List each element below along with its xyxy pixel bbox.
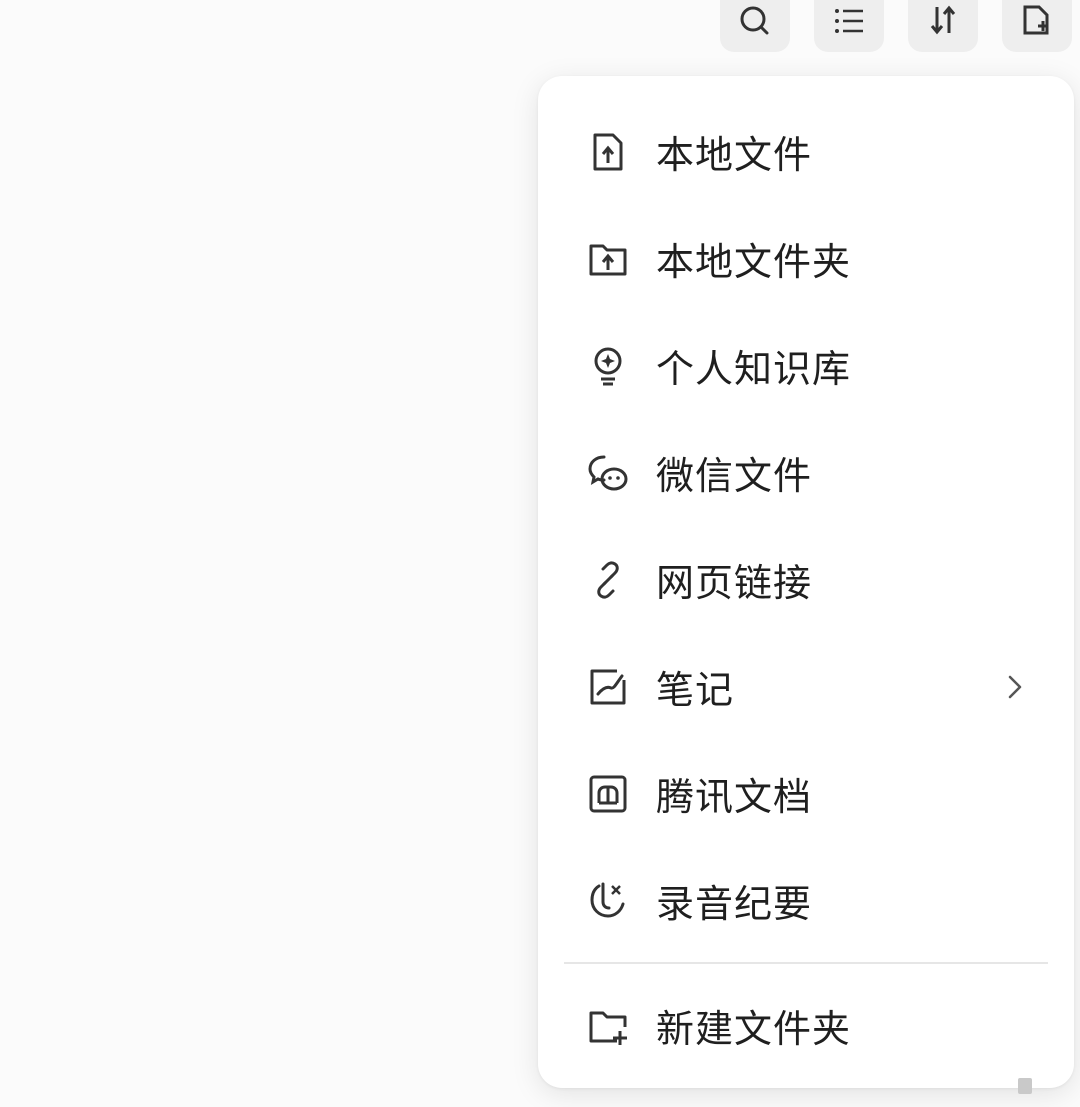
add-content-menu: 本地文件 本地文件夹 个人知识库 微信文件 网页链接 笔记 腾讯文档 录音纪要 … <box>538 76 1074 1088</box>
wechat-icon <box>586 451 630 495</box>
menu-item-label: 笔记 <box>656 668 735 712</box>
folder-upload-icon <box>586 237 630 281</box>
link-icon <box>586 558 630 602</box>
menu-item-label: 腾讯文档 <box>656 775 813 819</box>
toolbar <box>720 0 1072 52</box>
menu-divider <box>564 962 1048 964</box>
menu-item-recording-minutes[interactable]: 录音纪要 <box>538 847 1074 954</box>
new-folder-icon <box>586 1004 630 1048</box>
list-icon <box>835 9 863 33</box>
menu-item-local-folder[interactable]: 本地文件夹 <box>538 205 1074 312</box>
new-file-icon <box>1023 5 1049 35</box>
note-edit-icon <box>586 665 630 709</box>
new-file-button[interactable] <box>1002 0 1072 52</box>
sort-icon <box>930 5 956 35</box>
menu-item-new-folder[interactable]: 新建文件夹 <box>538 972 1074 1079</box>
menu-item-label: 新建文件夹 <box>656 1007 852 1051</box>
tencent-docs-icon <box>586 772 630 816</box>
menu-item-label: 个人知识库 <box>656 347 852 391</box>
menu-item-note[interactable]: 笔记 <box>538 633 1074 740</box>
menu-item-label: 网页链接 <box>656 561 813 605</box>
menu-item-label: 本地文件夹 <box>656 240 852 284</box>
menu-item-web-link[interactable]: 网页链接 <box>538 526 1074 633</box>
menu-item-local-file[interactable]: 本地文件 <box>538 98 1074 205</box>
page: 本地文件 本地文件夹 个人知识库 微信文件 网页链接 笔记 腾讯文档 录音纪要 … <box>0 0 1080 1107</box>
menu-item-tencent-docs[interactable]: 腾讯文档 <box>538 740 1074 847</box>
menu-item-label: 本地文件 <box>656 133 813 177</box>
watermark-logo <box>1018 1075 1062 1097</box>
menu-item-wechat-file[interactable]: 微信文件 <box>538 419 1074 526</box>
recording-icon <box>586 879 630 923</box>
watermark-mark <box>1018 1078 1032 1094</box>
menu-item-label: 录音纪要 <box>656 882 813 926</box>
lightbulb-icon <box>586 344 630 388</box>
menu-item-knowledge-base[interactable]: 个人知识库 <box>538 312 1074 419</box>
search-button[interactable] <box>720 0 790 52</box>
sort-button[interactable] <box>908 0 978 52</box>
menu-item-label: 微信文件 <box>656 454 813 498</box>
search-icon <box>740 6 769 35</box>
list-view-button[interactable] <box>814 0 884 52</box>
file-upload-icon <box>586 130 630 174</box>
chevron-right-icon <box>1000 672 1030 702</box>
